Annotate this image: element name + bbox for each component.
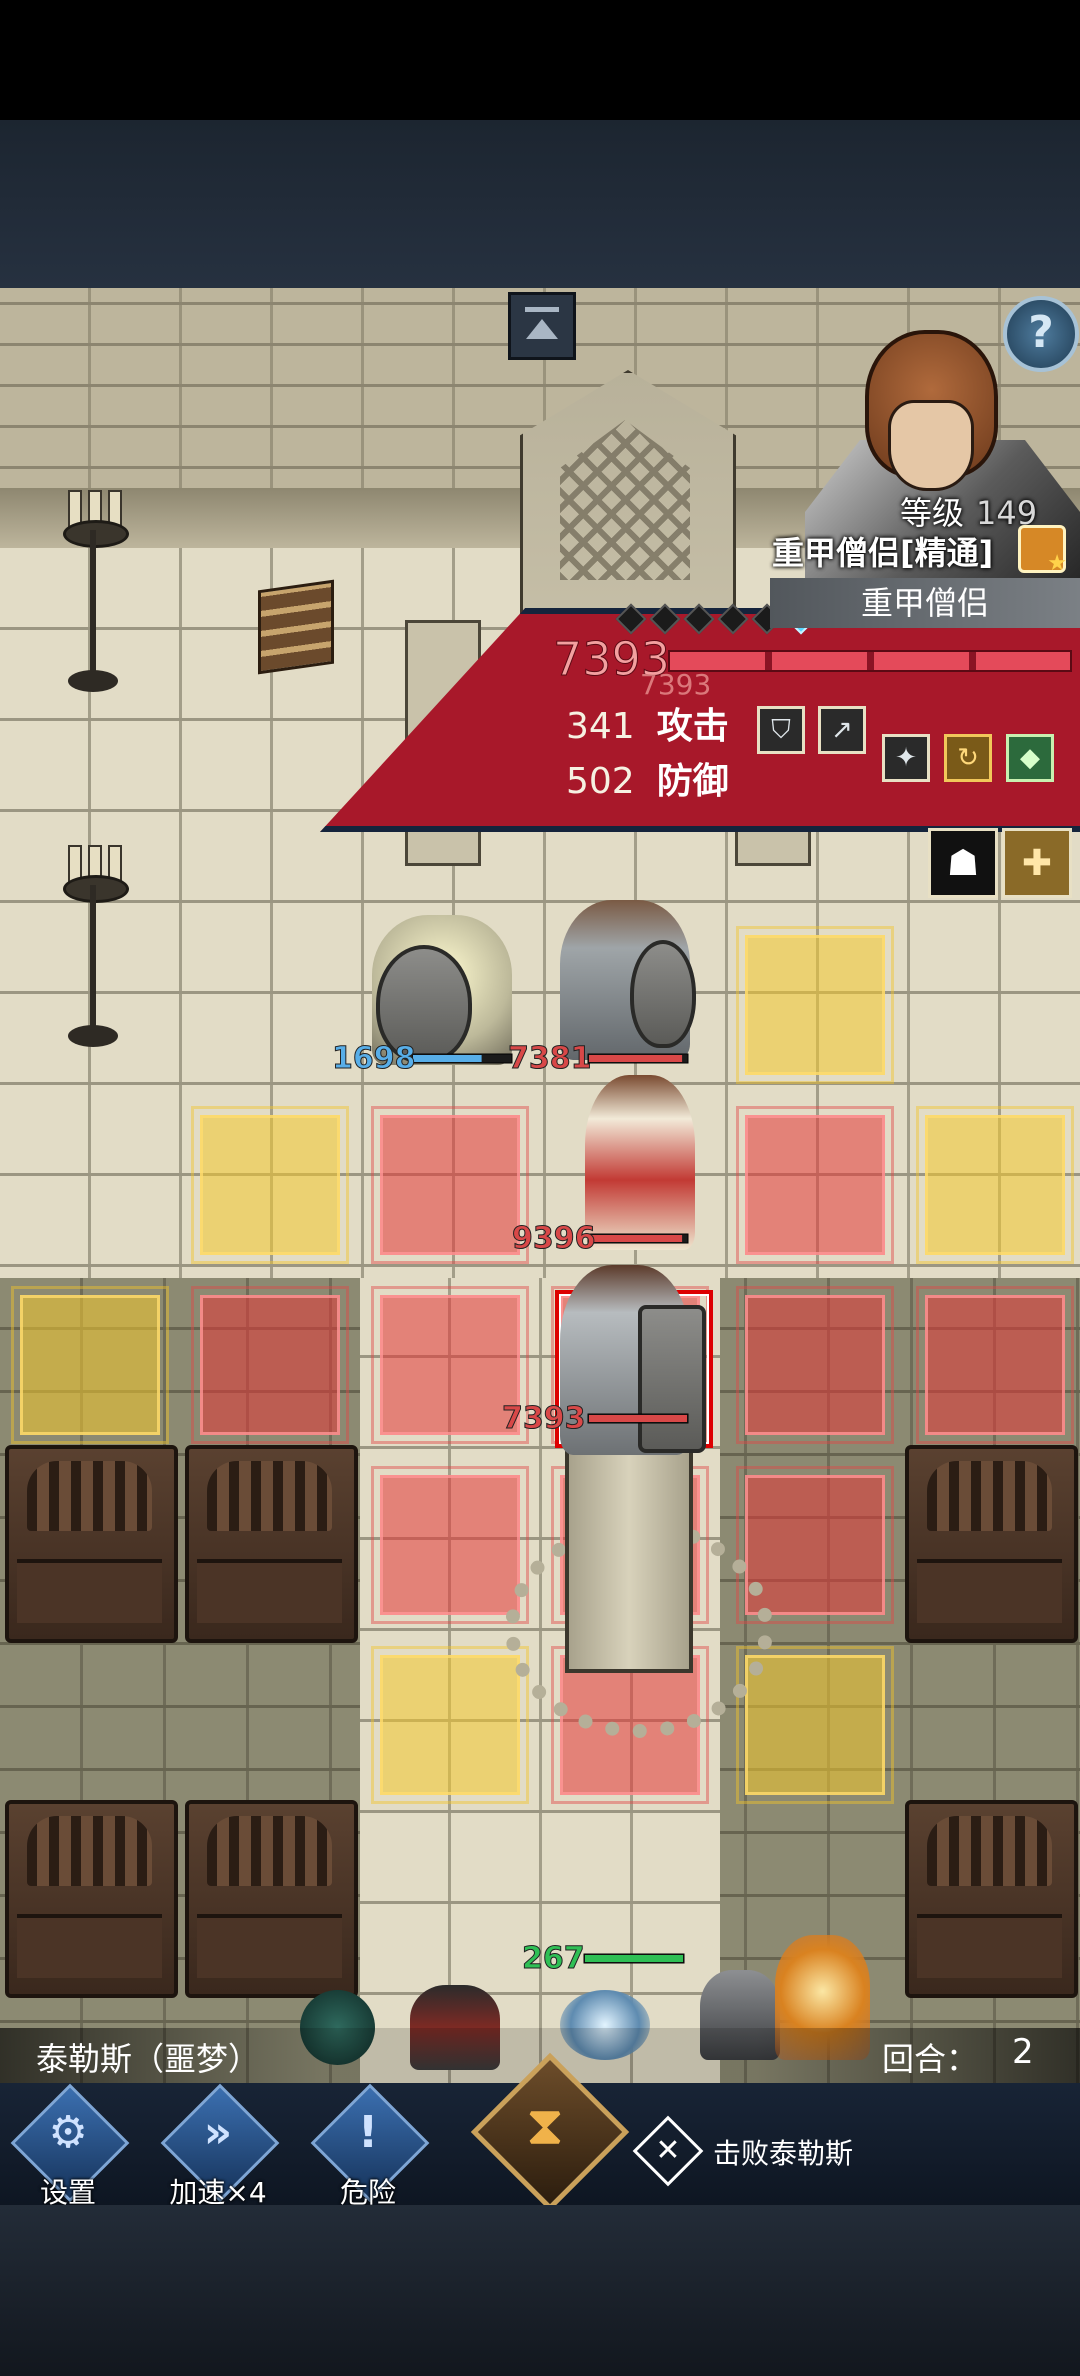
move-tile[interactable] xyxy=(916,1106,1074,1264)
pew xyxy=(905,1800,1078,1998)
pew xyxy=(185,1445,358,1643)
attack-tile[interactable] xyxy=(371,1466,529,1624)
unit-hp-bar xyxy=(668,650,1072,672)
move-tile[interactable] xyxy=(371,1646,529,1804)
unit-class-name: 重甲僧侣 xyxy=(770,578,1080,628)
healing-icon[interactable]: ✚ xyxy=(1002,828,1072,898)
move-tile[interactable] xyxy=(11,1286,169,1444)
knight-enemy[interactable] xyxy=(560,900,696,1060)
attack-stat: 341 攻击 xyxy=(566,706,729,747)
muscle-icon[interactable]: ☗ xyxy=(928,828,998,898)
exclamation-icon: ! xyxy=(357,2107,379,2158)
collapse-panel-button[interactable] xyxy=(508,292,576,360)
pew xyxy=(5,1445,178,1643)
fast-forward-icon: » xyxy=(203,2107,233,2158)
objective-text: 击败泰勒斯 xyxy=(713,2137,854,2170)
speed-button[interactable]: » 加速×4 xyxy=(160,2083,280,2209)
attack-tile[interactable] xyxy=(736,1286,894,1444)
move-tile[interactable] xyxy=(191,1106,349,1264)
unit-title: 重甲僧侣[精通] xyxy=(772,534,994,572)
danger-button[interactable]: ! 危险 xyxy=(310,2083,430,2209)
candelabra xyxy=(58,845,129,1075)
attack-tile[interactable] xyxy=(916,1286,1074,1444)
candelabra xyxy=(58,490,129,720)
attack-tile[interactable] xyxy=(191,1286,349,1444)
book-stack xyxy=(258,579,334,675)
attack-tile[interactable] xyxy=(736,1106,894,1264)
green-crystal-icon[interactable]: ◆ xyxy=(1006,734,1054,782)
attack-tile[interactable] xyxy=(371,1106,529,1264)
cleric-enemy[interactable] xyxy=(585,1075,695,1250)
pew xyxy=(5,1800,178,1998)
end-turn-button[interactable]: ⧗ xyxy=(470,2052,630,2212)
shield-bash-icon[interactable]: ⛉ xyxy=(757,706,805,754)
round-label: 回合： xyxy=(882,2040,979,2078)
status-bar-area xyxy=(0,0,1080,120)
help-icon[interactable]: ? xyxy=(1003,296,1079,372)
pew xyxy=(905,1445,1078,1643)
move-tile[interactable] xyxy=(736,926,894,1084)
gear-icon: ⚙ xyxy=(48,2107,88,2158)
mastery-badge-icon[interactable] xyxy=(1018,525,1067,576)
settings-button[interactable]: ⚙ 设置 xyxy=(10,2083,130,2209)
defense-stat: 502 防御 xyxy=(566,761,729,802)
whirlwind-icon[interactable]: ↻ xyxy=(944,734,992,782)
spear-icon[interactable]: ↗ xyxy=(818,706,866,754)
attack-tile[interactable] xyxy=(371,1286,529,1444)
boss-name: 泰勒斯（噩梦） xyxy=(36,2040,261,2078)
move-tile[interactable] xyxy=(736,1646,894,1804)
pew xyxy=(185,1800,358,1998)
weapon-buff-icon[interactable]: ✦ xyxy=(882,734,930,782)
lower-letterbox xyxy=(0,2205,1080,2376)
round-number: 2 xyxy=(1012,2032,1034,2072)
unit-portrait-face xyxy=(888,400,974,491)
paladin-ally[interactable] xyxy=(372,915,512,1065)
upper-letterbox xyxy=(0,120,1080,288)
heavy-monk-enemy[interactable] xyxy=(560,1265,706,1455)
hourglass-icon: ⧗ xyxy=(526,2094,564,2157)
